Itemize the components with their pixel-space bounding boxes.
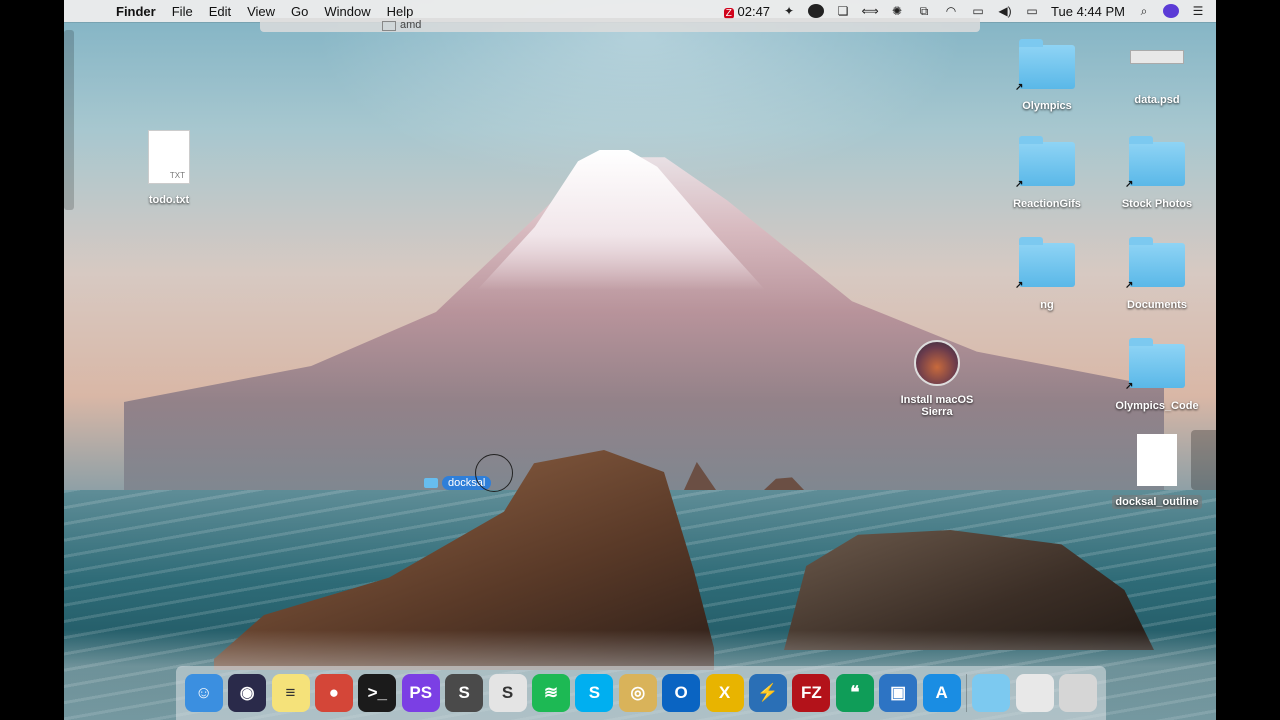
desktop-icon-data-psd[interactable]: data.psd [1102, 50, 1212, 106]
notes-icon[interactable]: ≡ [271, 674, 310, 712]
windows-icon[interactable]: ⧉ [916, 4, 932, 18]
folder-icon [424, 478, 438, 488]
desktop-icon-olympics[interactable]: ↗ Olympics [992, 39, 1102, 112]
dock-separator [966, 674, 968, 712]
alias-arrow-icon: ↗ [1015, 179, 1024, 190]
alias-arrow-icon: ↗ [1015, 280, 1024, 291]
notification-center-icon[interactable]: ☰ [1190, 4, 1206, 18]
cursor-highlight-icon [475, 454, 513, 492]
alias-arrow-icon: ↗ [1125, 280, 1134, 291]
window-titlebar-sliver[interactable]: amd [260, 18, 980, 32]
clock[interactable]: Tue 4:44 PM [1051, 4, 1125, 19]
slack-icon[interactable]: S [488, 674, 527, 712]
outlook-icon[interactable]: O [662, 674, 701, 712]
folder-icon [382, 21, 396, 31]
trash-icon[interactable] [1059, 674, 1098, 712]
phpstorm-icon[interactable]: PS [401, 674, 440, 712]
desktop-icon-label: Olympics [1022, 100, 1072, 112]
battery-icon[interactable]: ▭ [1024, 4, 1040, 18]
desktop-icon-label: data.psd [1134, 94, 1180, 106]
desktop-icon-documents[interactable]: ↗ Documents [1102, 237, 1212, 311]
airplay-icon[interactable]: ▭ [970, 4, 986, 18]
folder-icon: ↗ [1125, 338, 1185, 392]
wifi-icon[interactable]: ◠ [943, 4, 959, 18]
app-store-icon[interactable]: A [922, 674, 961, 712]
alias-arrow-icon: ↗ [1015, 82, 1024, 93]
timer-value: 02:47 [737, 3, 771, 19]
desktop-icon-label: Olympics_Code [1115, 400, 1199, 412]
document-icon [1137, 434, 1177, 486]
macos-installer-icon [914, 340, 960, 386]
menu-view[interactable]: View [239, 4, 283, 19]
alias-arrow-icon: ↗ [1125, 381, 1134, 392]
volume-icon[interactable]: ◀) [997, 4, 1013, 18]
menu-edit[interactable]: Edit [201, 4, 239, 19]
menu-help[interactable]: Help [379, 4, 422, 19]
alias-arrow-icon: ↗ [1125, 179, 1134, 190]
folder-icon: ↗ [1015, 237, 1075, 291]
sublime-icon[interactable]: S [445, 674, 484, 712]
dropbox-icon[interactable]: ✦ [781, 4, 797, 18]
siri-icon[interactable] [1163, 4, 1179, 18]
flash-badge-icon: Z [723, 7, 734, 19]
desktop-icon-reactiongifs[interactable]: ↗ ReactionGifs [992, 136, 1102, 210]
left-scrollbar[interactable] [64, 30, 74, 210]
desktop-icon-label-line1: Install macOS [900, 394, 974, 406]
siri-icon[interactable]: ◉ [228, 674, 267, 712]
folder-icon: ↗ [1015, 136, 1075, 190]
skype-icon[interactable]: S [575, 674, 614, 712]
desktop-icon-olympics-code[interactable]: ↗ Olympics_Code [1102, 338, 1212, 412]
terminal-icon[interactable]: >_ [358, 674, 397, 712]
xcode-x-icon[interactable]: X [705, 674, 744, 712]
spotify-icon[interactable]: ≋ [531, 674, 570, 712]
menu-finder[interactable]: Finder [108, 4, 164, 19]
desktop-icon-todo[interactable]: TXT todo.txt [114, 130, 224, 206]
desktop-icon-ng[interactable]: ↗ ng [992, 237, 1102, 311]
window-title: amd [400, 19, 422, 31]
timer-status[interactable]: Z 02:47 [723, 3, 771, 19]
desktop-icon-install-sierra[interactable]: Install macOS Sierra [882, 340, 992, 418]
psd-file-icon [1130, 50, 1184, 64]
dock: ☺ ◉ ≡ ● >_ PS S S ≋ S ◎ O X ⚡ FZ ❝ ▣ A [176, 666, 1106, 720]
vmware-icon[interactable]: ▣ [879, 674, 918, 712]
text-file-icon: TXT [148, 130, 190, 184]
network-icon[interactable]: ✺ [889, 4, 905, 18]
filezilla-icon[interactable]: FZ [792, 674, 831, 712]
desktop-icon-label: ng [1040, 299, 1054, 311]
desktop-icon-label: todo.txt [148, 194, 190, 206]
chrome-icon[interactable]: ● [314, 674, 353, 712]
desktop-icon-label: ReactionGifs [1013, 198, 1081, 210]
desktop-icon-label-line2: Sierra [921, 406, 953, 418]
desktop-icon-docksal-outline[interactable]: docksal_outline [1102, 434, 1212, 509]
downloads-folder-icon[interactable] [972, 674, 1011, 712]
desktop-icon-label: Documents [1127, 299, 1187, 311]
finder-icon[interactable]: ☺ [184, 674, 223, 712]
menu-file[interactable]: File [164, 4, 201, 19]
chat-icon[interactable]: ❏ [835, 4, 851, 18]
bolt-icon[interactable]: ϟ [808, 4, 825, 18]
folder-icon: ↗ [1015, 39, 1075, 93]
sequel-pro-icon[interactable]: ◎ [618, 674, 657, 712]
search-icon[interactable]: ⌕ [1136, 4, 1152, 18]
folder-icon: ↗ [1125, 136, 1185, 190]
transmit-icon[interactable]: ⚡ [748, 674, 787, 712]
desktop-icon-stock-photos[interactable]: ↗ Stock Photos [1102, 136, 1212, 210]
desktop-icon-label: docksal_outline [1112, 495, 1202, 509]
stack-item-icon[interactable] [1015, 674, 1054, 712]
menu-window[interactable]: Window [316, 4, 378, 19]
documents-folder-icon: ↗ [1125, 237, 1185, 291]
menu-go[interactable]: Go [283, 4, 316, 19]
desktop-icon-label: Stock Photos [1121, 198, 1193, 210]
desktop[interactable]: Finder File Edit View Go Window Help Z 0… [64, 0, 1216, 720]
link-icon[interactable]: ⟺ [861, 4, 878, 18]
hangouts-icon[interactable]: ❝ [835, 674, 874, 712]
